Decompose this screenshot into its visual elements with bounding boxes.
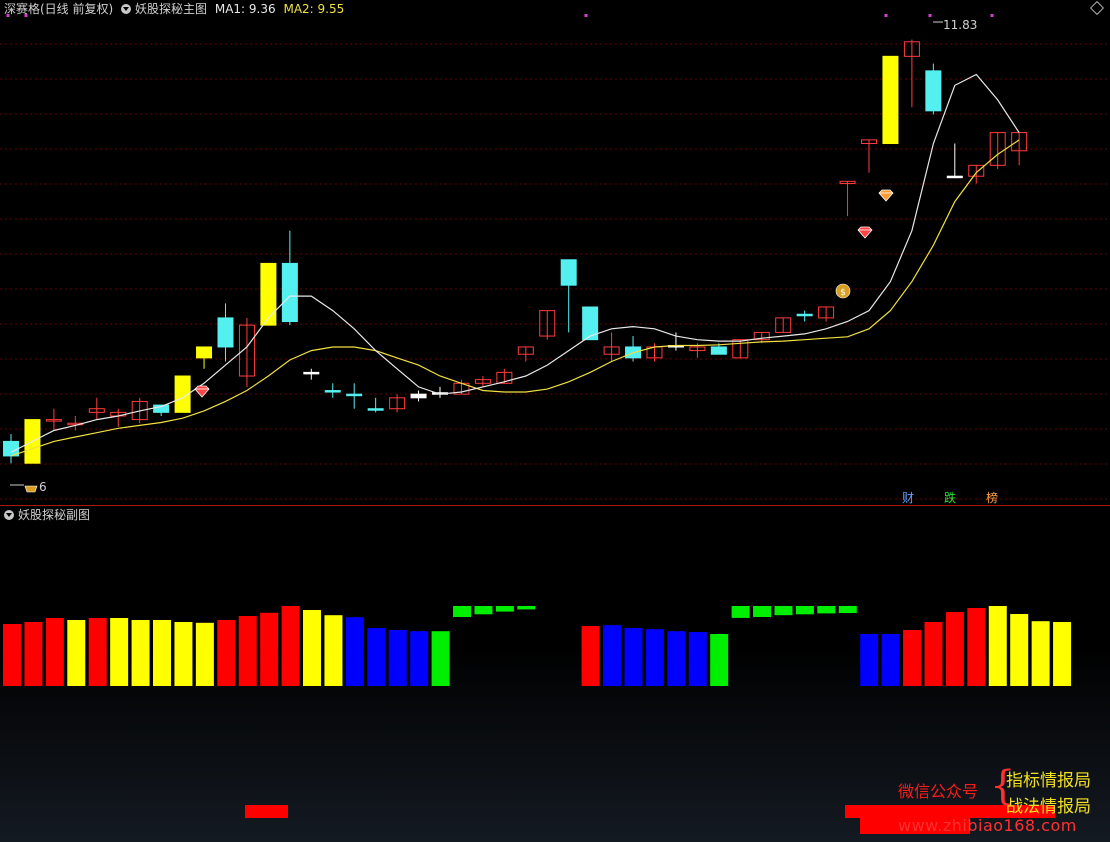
watermark: 微信公众号 { 指标情报局 战法情报局 www.zhibiao168.com bbox=[898, 766, 1108, 838]
histogram-bar bbox=[345, 617, 364, 686]
diamond-icon bbox=[878, 189, 894, 202]
histogram-bar bbox=[860, 634, 879, 686]
money-bag-glyph: $ bbox=[840, 288, 846, 298]
money-bag-icon-low bbox=[24, 485, 38, 493]
candle-body bbox=[196, 346, 213, 359]
tag-label: 榜 bbox=[986, 490, 998, 505]
candle-body bbox=[346, 393, 363, 397]
candle-body bbox=[560, 259, 577, 286]
histogram-bar bbox=[131, 620, 150, 686]
histogram-bar bbox=[667, 631, 686, 686]
histogram-bar bbox=[110, 618, 129, 686]
histogram-bar bbox=[967, 608, 986, 686]
histogram-bar bbox=[924, 622, 943, 686]
histogram-bar bbox=[817, 606, 836, 614]
histogram-bar bbox=[581, 626, 600, 686]
histogram-bar bbox=[431, 631, 450, 686]
candlestick-chart: $11.83 6 财 跌 榜 bbox=[0, 14, 1110, 505]
histogram-bar bbox=[195, 622, 214, 686]
histogram-bar bbox=[795, 606, 814, 615]
ma1-line bbox=[10, 73, 1020, 453]
histogram-bar bbox=[24, 622, 43, 686]
histogram-bar bbox=[67, 620, 86, 686]
histogram-bar bbox=[238, 616, 257, 686]
histogram-bar bbox=[303, 610, 322, 686]
watermark-wechat: 微信公众号 bbox=[898, 782, 979, 801]
top-marker bbox=[990, 14, 994, 17]
tag-label: 财 bbox=[902, 491, 914, 505]
candle-body bbox=[367, 408, 384, 411]
main-chart-panel[interactable]: 深赛格(日线 前复权) 妖股探秘主图 MA1: 9.36 MA2: 9.55 $… bbox=[0, 0, 1110, 505]
histogram-bar bbox=[988, 606, 1007, 686]
histogram-bar bbox=[624, 628, 643, 686]
histogram-bar bbox=[474, 606, 493, 615]
histogram-bar bbox=[688, 632, 707, 686]
histogram-bar bbox=[731, 606, 750, 618]
candle-body bbox=[946, 175, 963, 179]
histogram-bar bbox=[881, 634, 900, 686]
candle-body bbox=[324, 390, 341, 393]
candle-body bbox=[925, 70, 942, 112]
histogram-bar bbox=[88, 618, 107, 686]
histogram-bar bbox=[774, 606, 793, 616]
histogram-bar bbox=[367, 628, 386, 686]
histogram-bar bbox=[453, 606, 472, 617]
histogram-bar bbox=[753, 606, 772, 617]
histogram-bar bbox=[388, 630, 407, 686]
histogram-bar bbox=[153, 620, 172, 686]
low-price-label: 6 bbox=[39, 480, 47, 494]
histogram-bar bbox=[710, 634, 729, 686]
histogram-bar bbox=[645, 629, 664, 686]
histogram-bar bbox=[903, 630, 922, 686]
bottom-signal-block bbox=[245, 805, 288, 818]
diamond-icon bbox=[857, 226, 873, 239]
histogram-bar bbox=[517, 606, 536, 610]
watermark-url: www.zhibiao168.com bbox=[898, 816, 1077, 835]
histogram-bar bbox=[838, 606, 857, 614]
top-marker bbox=[6, 14, 10, 17]
watermark-line1: 指标情报局 bbox=[1006, 771, 1091, 791]
histogram-bar bbox=[3, 624, 21, 686]
histogram-bar bbox=[174, 622, 193, 686]
top-marker bbox=[24, 14, 28, 17]
histogram-bar bbox=[217, 620, 236, 686]
top-marker bbox=[884, 14, 888, 17]
tag-label: 跌 bbox=[944, 490, 956, 505]
candle-body bbox=[882, 55, 899, 145]
candle-body bbox=[217, 317, 234, 348]
top-marker bbox=[928, 14, 932, 17]
histogram-bar bbox=[45, 618, 64, 686]
candle-body bbox=[260, 262, 277, 326]
watermark-line2: 战法情报局 bbox=[1006, 797, 1091, 817]
candle-body bbox=[410, 393, 427, 399]
histogram-bar bbox=[945, 612, 964, 686]
candle-body bbox=[796, 313, 813, 317]
top-marker bbox=[584, 14, 588, 17]
histogram-bar bbox=[410, 631, 429, 686]
histogram-bar bbox=[324, 615, 343, 686]
candle-body bbox=[303, 371, 320, 375]
diamond-icon bbox=[194, 385, 210, 398]
histogram-bar bbox=[603, 625, 622, 686]
candle-body bbox=[281, 262, 298, 323]
histogram-bar bbox=[1010, 614, 1029, 686]
high-price-label: 11.83 bbox=[943, 18, 977, 32]
histogram-bar bbox=[260, 612, 279, 686]
histogram-bar bbox=[495, 606, 514, 612]
histogram-bar bbox=[281, 606, 300, 686]
histogram-bar bbox=[1053, 622, 1072, 686]
histogram-bar bbox=[1031, 621, 1050, 686]
candle-body bbox=[710, 346, 727, 355]
histogram-bar bbox=[538, 606, 557, 609]
